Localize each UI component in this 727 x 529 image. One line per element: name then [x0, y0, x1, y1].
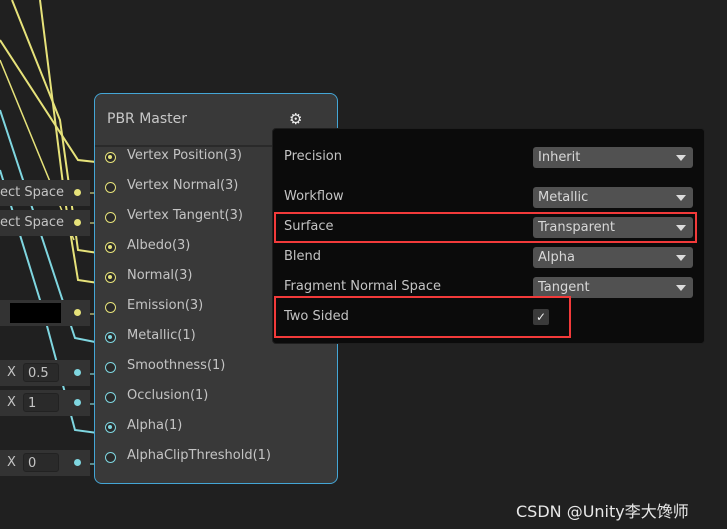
precision-dropdown[interactable]: Inherit: [533, 147, 693, 168]
vertex-normal-input[interactable]: ect Space: [0, 180, 90, 206]
dropdown-arrow-icon: [676, 285, 686, 291]
emission-input[interactable]: [0, 300, 90, 326]
emission-color-swatch[interactable]: [10, 303, 61, 323]
smoothness-field[interactable]: 0.5: [23, 363, 59, 382]
gear-icon[interactable]: ⚙: [289, 110, 302, 128]
output-port[interactable]: [74, 369, 81, 376]
alpha-clip-field[interactable]: 0: [23, 453, 59, 472]
port-label: Occlusion(1): [127, 388, 209, 403]
input-port[interactable]: [105, 332, 116, 343]
port-label: Normal(3): [127, 268, 193, 283]
highlight-surface: [274, 212, 697, 243]
input-port[interactable]: [105, 362, 116, 373]
fragment-normal-space-dropdown[interactable]: Tangent: [533, 277, 693, 298]
vertex-tangent-input[interactable]: ect Space: [0, 210, 90, 236]
dropdown-arrow-icon: [676, 255, 686, 261]
alpha-clip-input[interactable]: X0: [0, 450, 90, 476]
node-title: PBR Master: [107, 111, 188, 127]
output-port[interactable]: [74, 219, 81, 226]
input-port[interactable]: [105, 422, 116, 433]
port-label: Alpha(1): [127, 418, 183, 433]
workflow-dropdown[interactable]: Metallic: [533, 187, 693, 208]
port-label: Metallic(1): [127, 328, 196, 343]
port-label: Emission(3): [127, 298, 204, 313]
port-label: Smoothness(1): [127, 358, 226, 373]
input-port[interactable]: [105, 152, 116, 163]
smoothness-input[interactable]: X 0.5: [0, 360, 90, 386]
input-port[interactable]: [105, 392, 116, 403]
port-label: Albedo(3): [127, 238, 191, 253]
output-port[interactable]: [74, 189, 81, 196]
dropdown-arrow-icon: [676, 195, 686, 201]
highlight-two-sided: [274, 296, 571, 338]
port-label: Vertex Tangent(3): [127, 208, 243, 223]
input-port[interactable]: [105, 212, 116, 223]
output-port[interactable]: [74, 399, 81, 406]
port-label: Vertex Position(3): [127, 148, 242, 163]
occlusion-field[interactable]: 1: [23, 393, 59, 412]
dropdown-arrow-icon: [676, 155, 686, 161]
input-port[interactable]: [105, 452, 116, 463]
blend-dropdown[interactable]: Alpha: [533, 247, 693, 268]
watermark: CSDN @Unity李大馋师: [516, 502, 689, 521]
input-port[interactable]: [105, 302, 116, 313]
occlusion-input[interactable]: X1: [0, 390, 90, 416]
output-port[interactable]: [74, 309, 81, 316]
port-label: Vertex Normal(3): [127, 178, 239, 193]
input-port[interactable]: [105, 182, 116, 193]
input-port[interactable]: [105, 242, 116, 253]
input-port[interactable]: [105, 272, 116, 283]
port-label: AlphaClipThreshold(1): [127, 448, 271, 463]
output-port[interactable]: [74, 459, 81, 466]
